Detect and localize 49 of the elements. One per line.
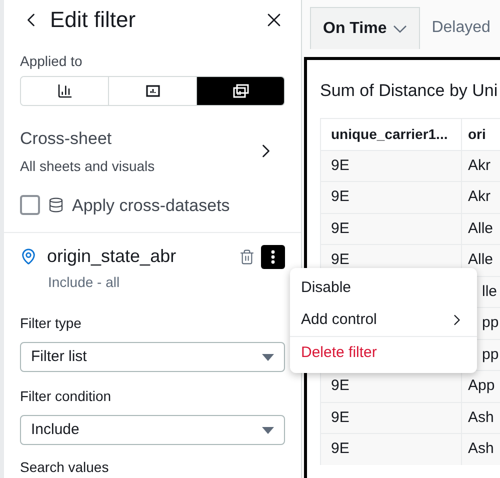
sheet-tab[interactable]: On Time bbox=[310, 7, 420, 49]
table-cell-text: Ash bbox=[468, 439, 494, 459]
table-cell-text: App bbox=[468, 376, 495, 396]
table-cell-text: 9E bbox=[331, 439, 350, 459]
table-cell-text: Akr bbox=[468, 156, 490, 176]
table-cell-text: lle bbox=[482, 282, 498, 302]
table-cell-text: 9E bbox=[331, 408, 350, 428]
table-cell-text: 9E bbox=[331, 187, 350, 207]
field-label: Filter type bbox=[20, 314, 82, 333]
table-cell-text: 9E bbox=[331, 156, 350, 176]
column-header: unique_carrier1... bbox=[330, 124, 449, 144]
chevron-down-icon bbox=[392, 24, 407, 32]
sheet-tab[interactable]: Delayed bbox=[420, 7, 500, 49]
field-label: Filter condition bbox=[20, 387, 112, 406]
caret-icon bbox=[262, 354, 274, 360]
more-options-button[interactable] bbox=[261, 244, 285, 268]
chart-frame-icon bbox=[146, 85, 160, 97]
table-cell-text: Alle bbox=[468, 218, 494, 238]
field-label: Search values bbox=[20, 458, 110, 477]
dots-icon bbox=[271, 250, 275, 264]
table-cell-text: 9E bbox=[331, 218, 350, 238]
database-icon bbox=[48, 197, 64, 214]
panel-title: Edit filter bbox=[50, 6, 137, 34]
map-pin-icon bbox=[20, 248, 37, 265]
checkbox-label: Apply cross-datasets bbox=[72, 194, 230, 216]
table-cell-text: pp bbox=[482, 344, 499, 364]
table-cell-text: Ash bbox=[468, 408, 494, 428]
dropdown-select[interactable]: Include bbox=[20, 415, 285, 445]
table-cell-text: 9E bbox=[331, 250, 350, 270]
table-cell-text: 9E bbox=[331, 376, 350, 396]
table-cell-text: Akr bbox=[468, 187, 490, 207]
dropdown-select[interactable]: Filter list bbox=[20, 342, 285, 372]
menu-item[interactable]: Disable bbox=[290, 272, 477, 304]
menu-item[interactable]: Delete filter bbox=[290, 337, 477, 369]
checkbox[interactable] bbox=[20, 195, 40, 216]
stacked-frames-icon bbox=[232, 84, 248, 98]
filter-name: origin_state_abr bbox=[47, 245, 178, 268]
menu-item[interactable]: Add control bbox=[290, 304, 477, 336]
visual-title: Sum of Distance by Uni bbox=[320, 80, 499, 102]
table-cell-text: Alle bbox=[468, 250, 494, 270]
scope-option[interactable] bbox=[196, 77, 284, 105]
delete-icon[interactable] bbox=[239, 248, 255, 264]
caret-icon bbox=[262, 426, 274, 434]
applied-to-label: Applied to bbox=[20, 52, 84, 71]
filter-summary: Include - all bbox=[48, 273, 121, 292]
scope-title: Cross-sheet bbox=[20, 128, 113, 150]
scope-subtitle: All sheets and visuals bbox=[20, 156, 156, 176]
table-cell-text: pp bbox=[482, 313, 499, 333]
bar-chart-icon bbox=[56, 83, 72, 99]
